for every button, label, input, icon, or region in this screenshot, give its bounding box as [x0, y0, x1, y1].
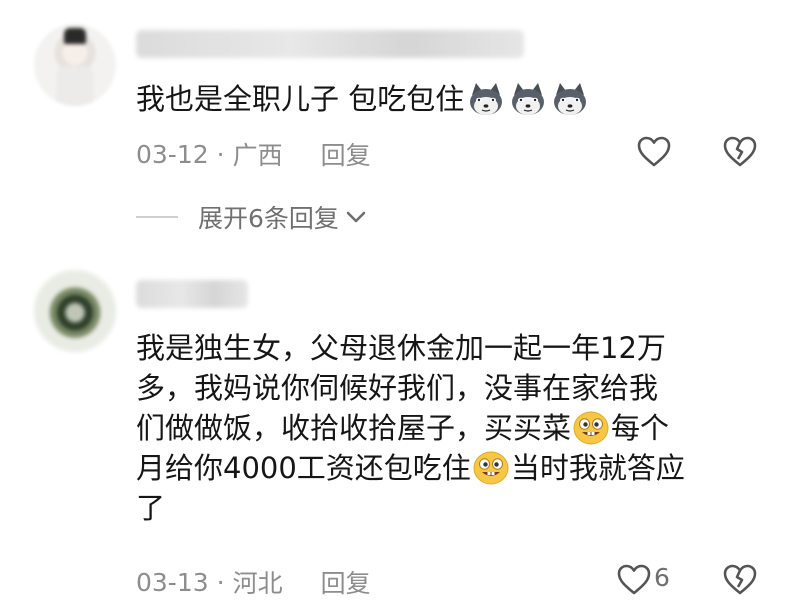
meta-separator: · — [216, 567, 225, 597]
comment-line: 当时我就答应 — [510, 451, 685, 485]
husky-dog-emoji — [470, 83, 503, 115]
username-blurred[interactable] — [136, 30, 524, 58]
commenter-avatar[interactable] — [34, 24, 116, 106]
heart-icon[interactable] — [636, 134, 672, 170]
reply-button[interactable]: 回复 — [321, 136, 371, 172]
grinning-face-emoji — [473, 451, 509, 485]
comment-line: 我是独生女，父母退休金加一起一年12万 — [136, 331, 666, 365]
like-count: 6 — [654, 563, 670, 592]
username-blurred[interactable] — [136, 280, 248, 308]
grinning-face-emoji — [573, 411, 609, 445]
comment-text: 我是独生女，父母退休金加一起一年12万 多，我妈说你伺候好我们，没事在家给我 们… — [136, 328, 685, 528]
chevron-down-icon — [346, 211, 366, 223]
comment-line: 每个 — [611, 411, 670, 445]
comment-date: 03-13 — [136, 567, 209, 597]
broken-heart-icon[interactable] — [722, 562, 758, 598]
broken-heart-icon[interactable] — [722, 134, 758, 170]
husky-dog-emoji — [554, 83, 587, 115]
comment-location: 广西 — [232, 141, 283, 170]
comment-location: 河北 — [232, 569, 283, 598]
husky-dog-emoji — [512, 83, 545, 115]
comment-line: 月给你4000工资还包吃住 — [136, 451, 471, 485]
comment-date: 03-12 — [136, 139, 209, 169]
divider-line — [136, 216, 178, 218]
comment-line: 我也是全职儿子 包吃包住 — [136, 82, 465, 116]
commenter-avatar[interactable] — [34, 270, 116, 352]
comment-meta: 03-13 · 河北 回复 — [136, 564, 371, 600]
meta-separator: · — [216, 139, 225, 169]
comment-meta: 03-12 · 广西 回复 — [136, 136, 371, 172]
reply-button[interactable]: 回复 — [321, 564, 371, 600]
expand-replies-button[interactable]: 展开6条回复 — [136, 199, 367, 235]
comment-line: 多，我妈说你伺候好我们，没事在家给我 — [136, 371, 659, 405]
heart-icon[interactable] — [616, 562, 652, 598]
comment-text: 我也是全职儿子 包吃包住 — [136, 79, 590, 119]
expand-replies-label: 展开6条回复 — [198, 204, 339, 233]
comment-line: 们做做饭，收拾收拾屋子，买买菜 — [136, 411, 572, 445]
comment-line: 了 — [136, 491, 166, 525]
